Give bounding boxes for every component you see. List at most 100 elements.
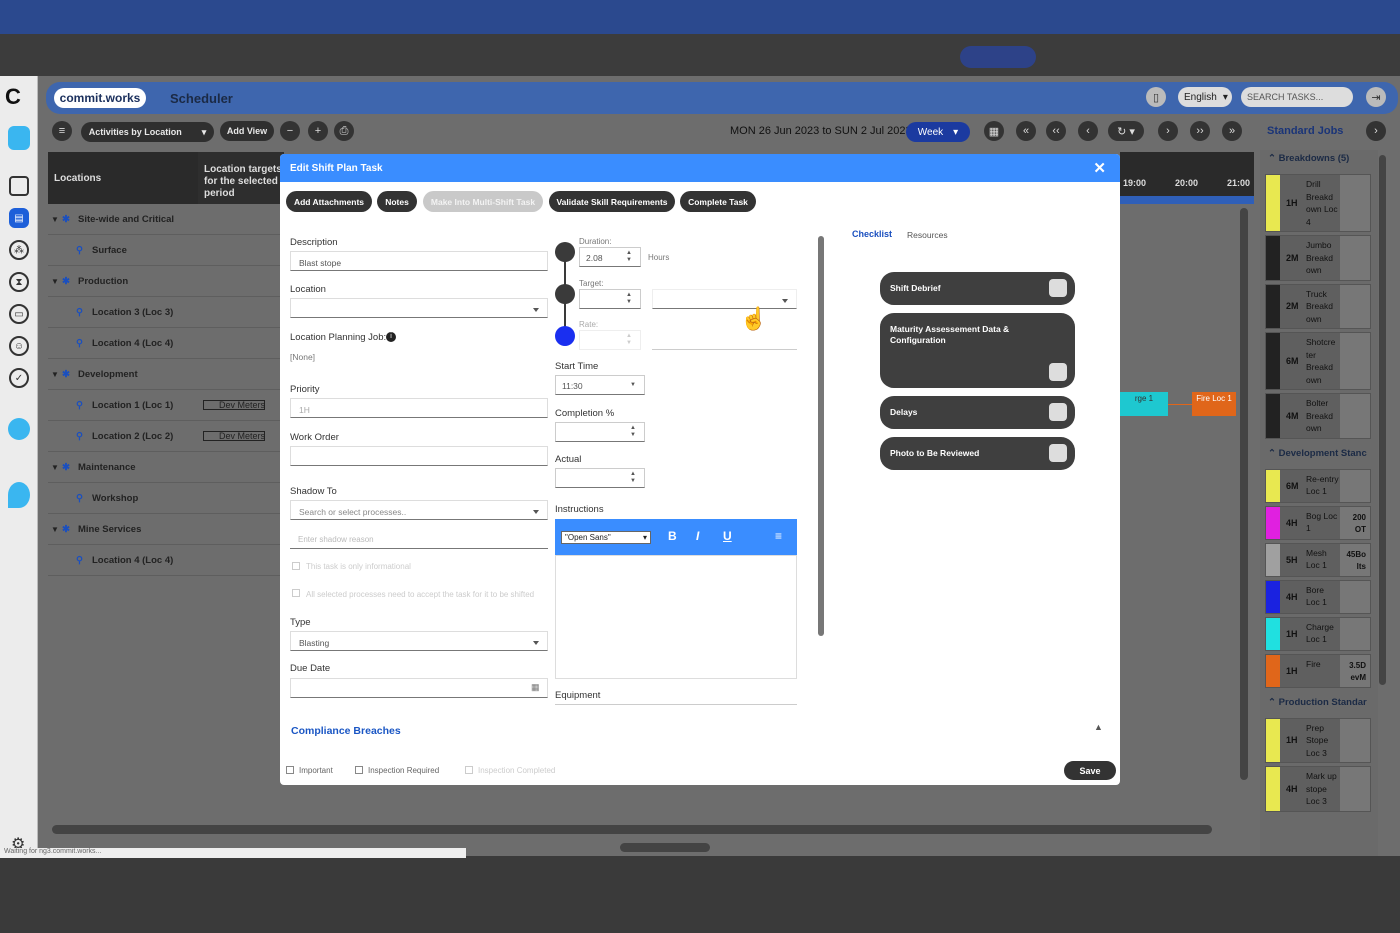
location-row[interactable]: ⚲ Location 4 (Loc 4) [48, 545, 284, 576]
standard-job-card[interactable]: 4H Bore Loc 1 [1265, 579, 1371, 614]
last-page-icon[interactable]: » [1222, 121, 1242, 141]
shadow-reason-input[interactable]: Enter shadow reason [290, 529, 548, 549]
location-select[interactable] [290, 298, 548, 318]
standard-job-card[interactable]: 1H Drill Breakd own Loc 4 [1265, 174, 1371, 232]
location-row[interactable]: ▼ ✱ Mine Services [48, 514, 284, 545]
standard-job-card[interactable]: 6M Re-entry Loc 1 [1265, 468, 1371, 503]
standard-job-card[interactable]: 4H Mark up stope Loc 3 [1265, 766, 1371, 812]
logout-icon[interactable]: ⇥ [1366, 87, 1386, 107]
truck-icon[interactable]: ▭ [9, 304, 29, 324]
tab-checklist[interactable]: Checklist [852, 229, 892, 239]
spinner-icon[interactable]: ▲ ▼ [630, 425, 636, 439]
job-section-header[interactable]: ⌃ Production Standar [1268, 697, 1367, 708]
grid-scrollbar[interactable] [1240, 208, 1248, 780]
first-page-icon[interactable]: « [1016, 121, 1036, 141]
checklist-item[interactable]: Delays [880, 396, 1075, 429]
chevron-up-icon[interactable]: ▲ [1094, 722, 1103, 732]
info-icon[interactable]: i [386, 332, 396, 342]
duration-input[interactable]: 2.08 ▲ ▼ [579, 247, 641, 267]
target-unit-select[interactable] [652, 289, 797, 309]
stack-icon[interactable] [8, 126, 30, 150]
caret-down-icon[interactable]: ▼ [48, 525, 62, 534]
calendar-icon[interactable]: ▦ [531, 682, 540, 693]
job-section-header[interactable]: ⌃ Breakdowns (5) [1268, 153, 1349, 164]
rate-input[interactable]: ▲ ▼ [579, 330, 641, 350]
period-select[interactable]: Week ▾ [906, 122, 970, 142]
validate-skills-button[interactable]: Validate Skill Requirements [549, 191, 675, 212]
location-row[interactable]: ▼ ✱ Maintenance [48, 452, 284, 483]
underline-icon[interactable]: U [723, 529, 732, 543]
print-icon[interactable]: ⎙ [334, 121, 354, 141]
collapse-panel-icon[interactable]: › [1366, 121, 1386, 141]
zoom-in-icon[interactable]: + [308, 121, 328, 141]
rate-unit-select[interactable] [652, 330, 797, 350]
location-row[interactable]: ▼ ✱ Site-wide and Critical [48, 204, 284, 235]
checklist-checkbox[interactable] [1049, 279, 1067, 297]
standard-job-card[interactable]: 1H Prep Stope Loc 3 [1265, 717, 1371, 763]
dialog-scrollbar[interactable] [818, 236, 824, 636]
add-attachments-button[interactable]: Add Attachments [286, 191, 372, 212]
checklist-item[interactable]: Shift Debrief [880, 272, 1075, 305]
notes-button[interactable]: Notes [377, 191, 417, 212]
add-view-button[interactable]: Add View [220, 121, 274, 141]
hourglass-icon[interactable]: ⧗ [9, 272, 29, 292]
check-icon[interactable]: ✓ [9, 368, 29, 388]
square-icon[interactable] [9, 176, 29, 196]
actual-input[interactable]: ▲ ▼ [555, 468, 645, 488]
schedule-icon[interactable]: ▤ [9, 208, 29, 228]
location-row[interactable]: ⚲ Location 1 (Loc 1) Dev Meters [48, 390, 284, 421]
type-select[interactable]: Blasting [290, 631, 548, 651]
italic-icon[interactable]: I [696, 529, 699, 543]
save-button[interactable]: Save [1064, 761, 1116, 780]
standard-job-card[interactable]: 6M Shotcre ter Breakd own [1265, 332, 1371, 390]
standard-job-card[interactable]: 1H Fire 3.5D evM [1265, 653, 1371, 688]
standard-job-card[interactable]: 2M Jumbo Breakd own [1265, 235, 1371, 281]
due-date-input[interactable] [290, 678, 548, 698]
tablet-icon[interactable]: ▯ [1146, 87, 1166, 107]
caret-down-icon[interactable]: ▼ [48, 463, 62, 472]
multishift-button[interactable]: Make Into Multi-Shift Task [423, 191, 543, 212]
bold-icon[interactable]: B [668, 529, 677, 543]
equipment-field[interactable] [555, 704, 797, 705]
search-input[interactable]: SEARCH TASKS... [1241, 87, 1353, 107]
tab-resources[interactable]: Resources [907, 230, 948, 240]
next-week-icon[interactable]: ›› [1190, 121, 1210, 141]
zoom-out-icon[interactable]: − [280, 121, 300, 141]
cluster-icon[interactable]: ⁂ [9, 240, 29, 260]
align-icon[interactable]: ≡ [775, 529, 782, 543]
close-icon[interactable]: ✕ [1093, 159, 1106, 177]
caret-down-icon[interactable]: ▼ [48, 215, 62, 224]
location-row[interactable]: ▼ ✱ Production [48, 266, 284, 297]
next-icon[interactable]: › [1158, 121, 1178, 141]
checklist-checkbox[interactable] [1049, 363, 1067, 381]
chevron-up-icon[interactable]: ⌃ [1268, 697, 1279, 708]
previous-week-icon[interactable]: ‹‹ [1046, 121, 1066, 141]
horizontal-scrollbar[interactable] [52, 825, 1212, 834]
location-row[interactable]: ⚲ Location 2 (Loc 2) Dev Meters [48, 421, 284, 452]
location-row[interactable]: ⚲ Location 4 (Loc 4) [48, 328, 284, 359]
complete-task-button[interactable]: Complete Task [680, 191, 756, 212]
standard-job-card[interactable]: 5H Mesh Loc 1 45Bo lts [1265, 542, 1371, 577]
spinner-icon[interactable]: ▲ ▼ [626, 250, 632, 264]
important-checkbox[interactable] [286, 766, 294, 774]
chevron-up-icon[interactable]: ⌃ [1268, 153, 1279, 164]
checklist-checkbox[interactable] [1049, 444, 1067, 462]
task-block-charge[interactable]: rge 1 [1120, 392, 1168, 416]
job-section-header[interactable]: ⌃ Development Stanc [1268, 448, 1367, 459]
chevron-up-icon[interactable]: ⌃ [1268, 448, 1279, 459]
location-row[interactable]: ⚲ Surface [48, 235, 284, 266]
task-block-fire[interactable]: Fire Loc 1 [1192, 392, 1236, 416]
description-input[interactable]: Blast stope [290, 251, 548, 271]
inspection-required-checkbox[interactable] [355, 766, 363, 774]
map-pin-icon[interactable] [8, 418, 30, 440]
map-pin-icon-2[interactable] [8, 482, 30, 508]
standard-job-card[interactable]: 4M Bolter Breakd own [1265, 393, 1371, 439]
font-select[interactable]: "Open Sans" ▾ [561, 531, 651, 544]
spinner-icon[interactable]: ▲ ▼ [626, 333, 632, 347]
compliance-section-title[interactable]: Compliance Breaches [291, 725, 401, 737]
start-time-select[interactable]: 11:30 ▼ [555, 375, 645, 395]
location-row[interactable]: ▼ ✱ Development [48, 359, 284, 390]
menu-icon[interactable]: ≡ [52, 121, 72, 141]
completion-input[interactable]: ▲ ▼ [555, 422, 645, 442]
priority-input[interactable]: 1H [290, 398, 548, 418]
